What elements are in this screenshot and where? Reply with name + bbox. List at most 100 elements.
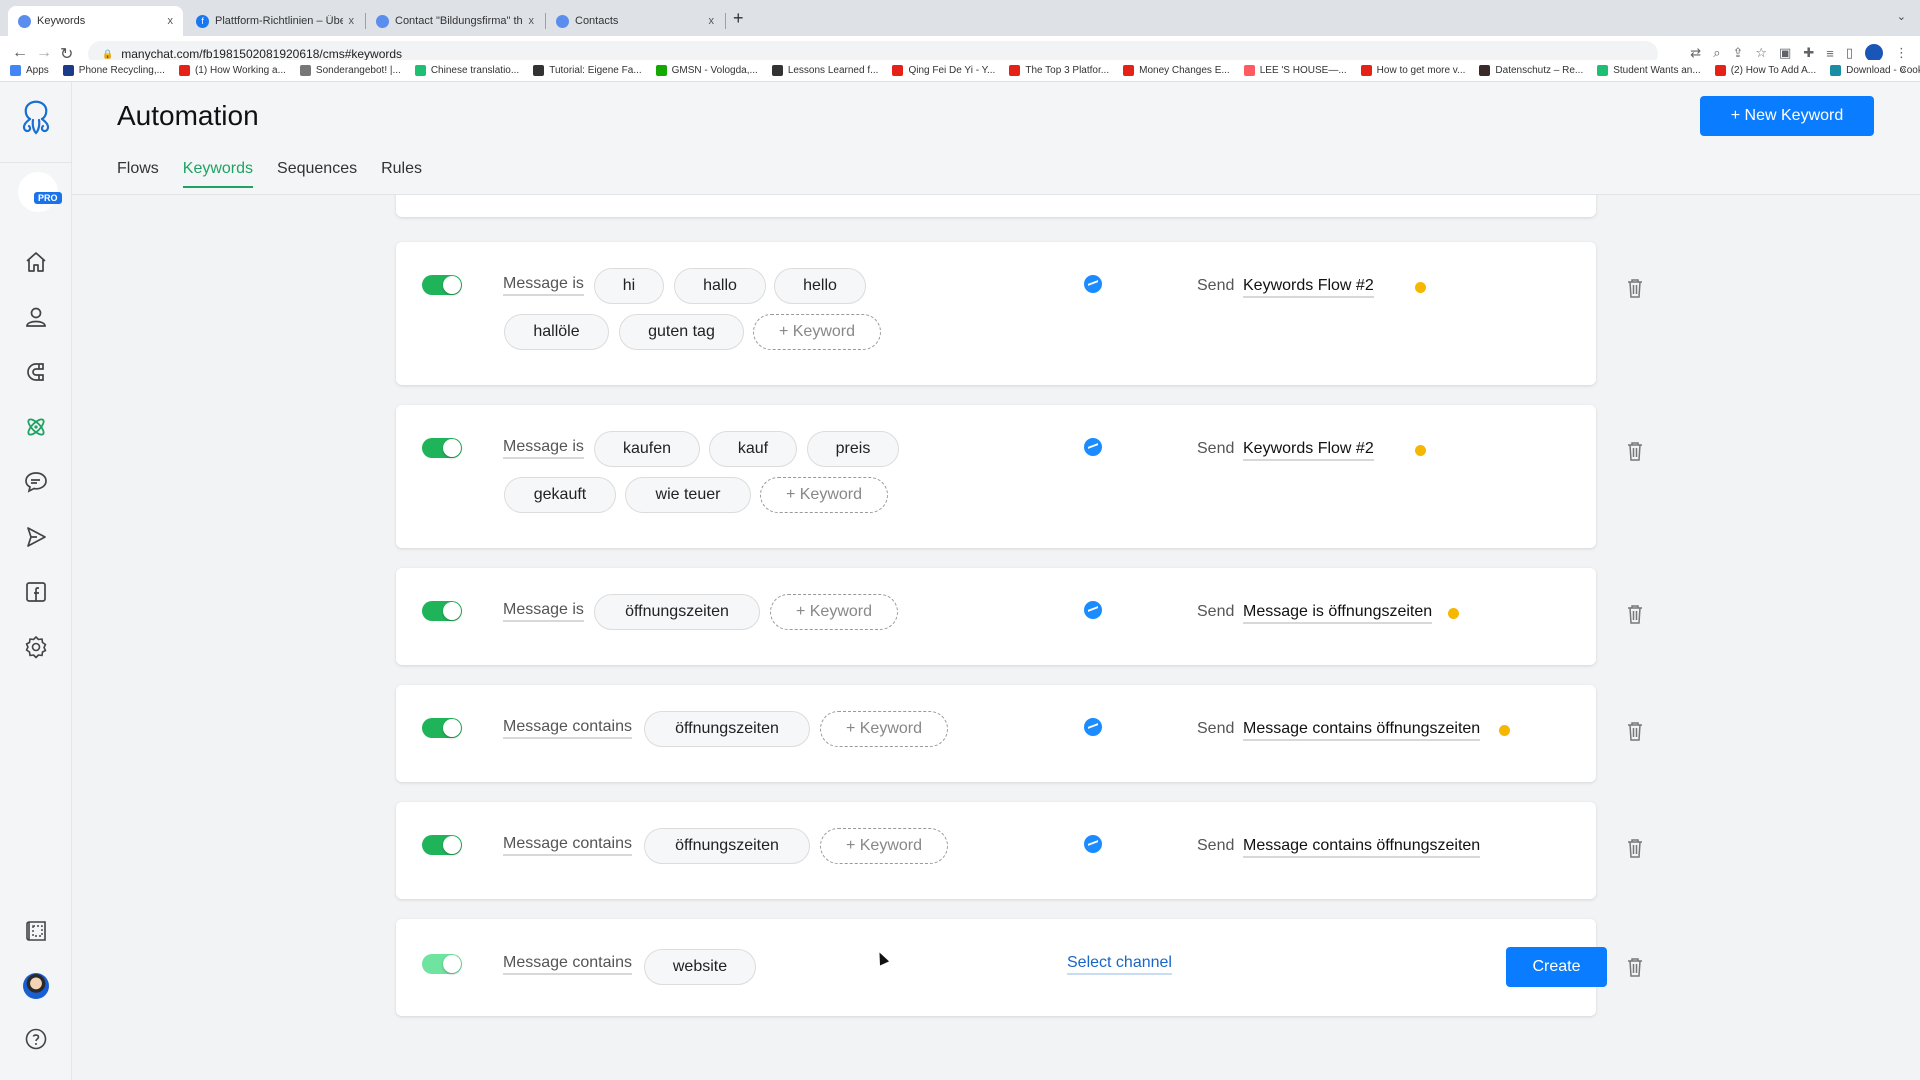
add-keyword-button[interactable]: + Keyword (760, 477, 888, 513)
bookmark-item[interactable]: Money Changes E... (1123, 65, 1230, 76)
keyword-chip[interactable]: preis (807, 431, 899, 467)
keyword-chip[interactable]: guten tag (619, 314, 744, 350)
flow-link[interactable]: Message is öffnungszeiten (1243, 603, 1433, 624)
add-keyword-button[interactable]: + Keyword (820, 828, 948, 864)
browser-tab-plattform[interactable]: f Plattform-Richtlinien – Übersic x (186, 6, 364, 36)
trash-icon[interactable] (1626, 441, 1644, 461)
rule-enabled-toggle[interactable] (422, 438, 462, 458)
bookmark-item[interactable]: Tutorial: Eigene Fa... (533, 65, 642, 76)
translate-icon[interactable]: ⇄ (1690, 45, 1701, 61)
sidebar-item-help[interactable] (24, 1027, 48, 1051)
sidebar-item-home[interactable] (24, 250, 48, 274)
rule-enabled-toggle[interactable] (422, 835, 462, 855)
browser-tab-contacts[interactable]: Contacts x (546, 6, 724, 36)
new-keyword-button[interactable]: + New Keyword (1700, 96, 1874, 136)
bookmark-item[interactable]: Apps (10, 65, 49, 76)
sidebar-item-settings[interactable] (24, 635, 48, 659)
bookmark-item[interactable]: Phone Recycling,... (62, 65, 165, 76)
bookmark-item[interactable]: (2) How To Add A... (1714, 65, 1816, 76)
bookmark-item[interactable]: LEE 'S HOUSE—... (1243, 65, 1347, 76)
tab-rules[interactable]: Rules (381, 160, 422, 188)
tab-search-chevron-icon[interactable]: ⌄ (1897, 10, 1906, 23)
rule-condition-select[interactable]: Message is (503, 438, 584, 459)
bookmark-item[interactable]: Download - Cooki... (1830, 65, 1920, 76)
facebook-extension-icon[interactable]: ▣ (1779, 45, 1791, 61)
trash-icon[interactable] (1626, 604, 1644, 624)
share-icon[interactable]: ⇪ (1732, 45, 1743, 61)
rule-condition-select[interactable]: Message contains (503, 954, 632, 975)
trash-icon[interactable] (1626, 957, 1644, 977)
keyword-chip[interactable]: hello (774, 268, 866, 304)
manychat-logo-icon[interactable] (16, 98, 56, 138)
bookmarks-overflow-button[interactable]: » (1900, 64, 1906, 76)
add-keyword-button[interactable]: + Keyword (770, 594, 898, 630)
profile-avatar[interactable] (23, 973, 49, 999)
sidebar-item-growth-tools[interactable] (24, 360, 48, 384)
star-icon[interactable]: ☆ (1755, 45, 1767, 61)
keyword-chip[interactable]: öffnungszeiten (594, 594, 760, 630)
flow-link[interactable]: Keywords Flow #2 (1243, 277, 1374, 298)
sidebar-item-live-chat[interactable] (24, 470, 48, 494)
trash-icon[interactable] (1626, 721, 1644, 741)
close-icon[interactable]: x (709, 15, 715, 27)
keyword-chip[interactable]: hallo (674, 268, 766, 304)
menu-kebab-icon[interactable]: ⋮ (1895, 45, 1908, 61)
add-keyword-button[interactable]: + Keyword (753, 314, 881, 350)
bookmark-item[interactable]: Qing Fei De Yi - Y... (892, 65, 995, 76)
trash-icon[interactable] (1626, 278, 1644, 298)
keywords-list: Message is hi hallo hello hallöle guten … (72, 195, 1920, 1080)
keyword-chip[interactable]: kaufen (594, 431, 700, 467)
flow-link[interactable]: Message contains öffnungszeiten (1243, 720, 1481, 741)
tab-flows[interactable]: Flows (117, 160, 159, 188)
bookmark-item[interactable]: How to get more v... (1360, 65, 1465, 76)
rule-enabled-toggle[interactable] (422, 718, 462, 738)
rule-enabled-toggle[interactable] (422, 954, 462, 974)
keyword-chip[interactable]: wie teuer (625, 477, 751, 513)
close-icon[interactable]: x (529, 15, 535, 27)
rule-condition-select[interactable]: Message is (503, 275, 584, 296)
keyword-chip[interactable]: hallöle (504, 314, 609, 350)
bookmark-item[interactable]: Student Wants an... (1597, 65, 1701, 76)
bookmark-item[interactable]: Datenschutz – Re... (1479, 65, 1583, 76)
rule-enabled-toggle[interactable] (422, 601, 462, 621)
close-icon[interactable]: x (168, 15, 174, 27)
browser-tab-keywords[interactable]: Keywords x (8, 6, 183, 36)
bookmark-item[interactable]: Chinese translatio... (414, 65, 519, 76)
rule-condition-select[interactable]: Message is (503, 601, 584, 622)
sidebar-item-broadcasting[interactable] (24, 525, 48, 549)
keyword-chip[interactable]: öffnungszeiten (644, 711, 810, 747)
bookmark-item[interactable]: GMSN - Vologda,... (655, 65, 758, 76)
keyword-chip[interactable]: gekauft (504, 477, 616, 513)
rule-condition-select[interactable]: Message contains (503, 718, 632, 739)
trash-icon[interactable] (1626, 838, 1644, 858)
create-button[interactable]: Create (1506, 947, 1607, 987)
bookmark-item[interactable]: Sonderangebot! |... (299, 65, 401, 76)
keyword-chip[interactable]: website (644, 949, 756, 985)
select-channel-link[interactable]: Select channel (1067, 954, 1172, 975)
sidebar-item-templates[interactable] (24, 919, 48, 943)
bookmark-item[interactable]: The Top 3 Platfor... (1009, 65, 1109, 76)
bookmark-item[interactable]: Lessons Learned f... (771, 65, 878, 76)
messenger-icon (1084, 601, 1102, 619)
sidebar-item-automation[interactable] (24, 415, 48, 439)
browser-tab-contact[interactable]: Contact "Bildungsfirma" throu x (366, 6, 544, 36)
new-tab-button[interactable]: + (733, 8, 744, 29)
puzzle-icon[interactable]: ✚ (1803, 45, 1814, 61)
tab-keywords[interactable]: Keywords (182, 160, 254, 188)
sidebar-item-contacts[interactable] (24, 305, 48, 329)
rule-condition-select[interactable]: Message contains (503, 835, 632, 856)
bookmark-item[interactable]: (1) How Working a... (178, 65, 286, 76)
rule-enabled-toggle[interactable] (422, 275, 462, 295)
sidebar-item-facebook-ads[interactable] (24, 580, 48, 604)
keyword-chip[interactable]: hi (594, 268, 664, 304)
sidepanel-icon[interactable]: ▯ (1846, 45, 1853, 61)
flow-link[interactable]: Keywords Flow #2 (1243, 440, 1374, 461)
keyword-chip[interactable]: öffnungszeiten (644, 828, 810, 864)
tab-sequences[interactable]: Sequences (277, 160, 357, 188)
close-icon[interactable]: x (349, 15, 355, 27)
flow-link[interactable]: Message contains öffnungszeiten (1243, 837, 1481, 858)
add-keyword-button[interactable]: + Keyword (820, 711, 948, 747)
keyword-chip[interactable]: kauf (709, 431, 797, 467)
reading-list-icon[interactable]: ≡ (1826, 46, 1834, 61)
zoom-icon[interactable]: ⌕ (1713, 45, 1720, 61)
